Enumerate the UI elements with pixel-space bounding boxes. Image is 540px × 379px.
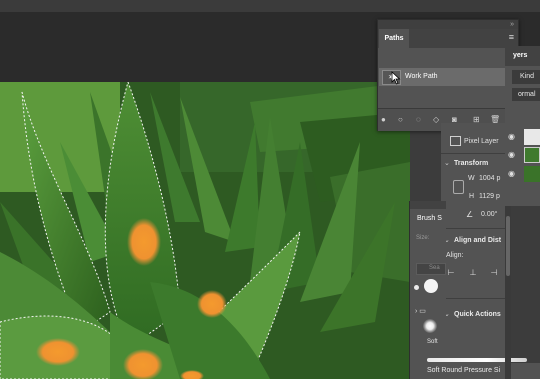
width-label: W xyxy=(468,175,475,182)
scrollbar-thumb[interactable] xyxy=(506,216,510,276)
app-menu-bar xyxy=(0,0,540,12)
agave-image xyxy=(0,82,410,379)
layer-row[interactable]: ◉ xyxy=(505,128,540,146)
tab-brush-settings[interactable]: Brush S xyxy=(410,209,446,229)
brush-tip-preview[interactable] xyxy=(423,319,437,333)
layers-panel: yers Kind ormal ◉ ◉ ◉ xyxy=(505,46,540,206)
transform-section-header[interactable]: ⌄ Transform xyxy=(441,159,505,167)
pixel-layer-label: Pixel Layer xyxy=(464,138,499,145)
quick-actions-header[interactable]: ⌄ Quick Actions xyxy=(441,310,505,318)
pixel-layer-icon xyxy=(450,136,461,146)
size-label: Size: xyxy=(416,235,430,241)
stroke-path-icon[interactable]: ○ xyxy=(398,114,403,126)
fill-path-icon[interactable]: ● xyxy=(381,114,386,126)
tab-layers[interactable]: yers xyxy=(505,46,540,66)
angle-icon: ∠ xyxy=(466,210,474,219)
align-section-header[interactable]: ⌄ Align and Dist xyxy=(441,236,505,244)
mouse-cursor-icon xyxy=(391,71,401,85)
scrollbar[interactable] xyxy=(505,206,511,379)
load-as-selection-icon[interactable]: ◌ xyxy=(416,114,421,126)
eye-icon[interactable]: ◉ xyxy=(508,132,517,141)
properties-panel: Pixel Layer ⌄ Transform W 1004 p H 1129 p… xyxy=(441,123,505,363)
align-center-icon[interactable]: ⊥ xyxy=(468,268,478,278)
blend-mode-select[interactable]: ormal xyxy=(512,88,540,101)
align-title: Align and Dist xyxy=(454,237,502,244)
divider xyxy=(441,153,505,154)
chevron-down-icon: ⌄ xyxy=(444,160,450,167)
brush-preset-row[interactable]: Soft Round Pressure Si xyxy=(421,363,540,379)
brush-panel: Brush S Size: Sea › ▭ Soft xyxy=(409,201,446,379)
folder-icon[interactable]: › ▭ xyxy=(415,307,426,315)
tab-paths[interactable]: Paths xyxy=(379,29,409,48)
filter-kind-select[interactable]: Kind xyxy=(512,70,540,84)
search-placeholder: Sea xyxy=(429,265,440,271)
brush-preset-name: Soft Round Pressure Si xyxy=(427,367,501,374)
brush-preview[interactable] xyxy=(424,279,438,293)
brush-stroke-preview xyxy=(427,358,527,362)
brush-search-input[interactable]: Sea xyxy=(416,263,446,275)
path-name: Work Path xyxy=(405,73,438,80)
align-right-icon[interactable]: ⊣ xyxy=(489,268,499,278)
panel-header: » xyxy=(378,20,518,29)
angle-field[interactable]: 0.00° xyxy=(481,211,497,218)
brush-preset-label: Soft xyxy=(427,339,438,345)
document-canvas[interactable] xyxy=(0,82,410,379)
divider xyxy=(441,228,505,229)
hamburger-menu-icon[interactable]: ≡ xyxy=(509,33,514,42)
height-label: H xyxy=(469,193,475,200)
layer-row[interactable]: ◉ xyxy=(505,165,540,183)
collapse-icon[interactable]: » xyxy=(510,20,514,29)
layer-thumbnail xyxy=(524,166,540,182)
layer-row[interactable]: ◉ xyxy=(505,146,540,164)
quick-actions-title: Quick Actions xyxy=(454,311,501,318)
brush-small-preview[interactable] xyxy=(414,285,419,290)
transform-title: Transform xyxy=(454,160,489,167)
eye-icon[interactable]: ◉ xyxy=(508,169,517,178)
brush-panel-body: Size: Sea › ▭ Soft xyxy=(410,229,446,379)
align-label: Align: xyxy=(446,252,464,259)
width-field[interactable]: 1004 p xyxy=(479,175,500,182)
height-field[interactable]: 1129 p xyxy=(479,193,500,200)
layer-thumbnail xyxy=(524,129,540,145)
make-work-path-icon[interactable]: ◇ xyxy=(433,114,439,126)
eye-icon[interactable]: ◉ xyxy=(508,150,517,159)
layer-thumbnail xyxy=(524,147,540,163)
align-left-icon[interactable]: ⊢ xyxy=(446,268,456,278)
divider xyxy=(441,298,505,299)
link-icon[interactable] xyxy=(453,180,464,194)
